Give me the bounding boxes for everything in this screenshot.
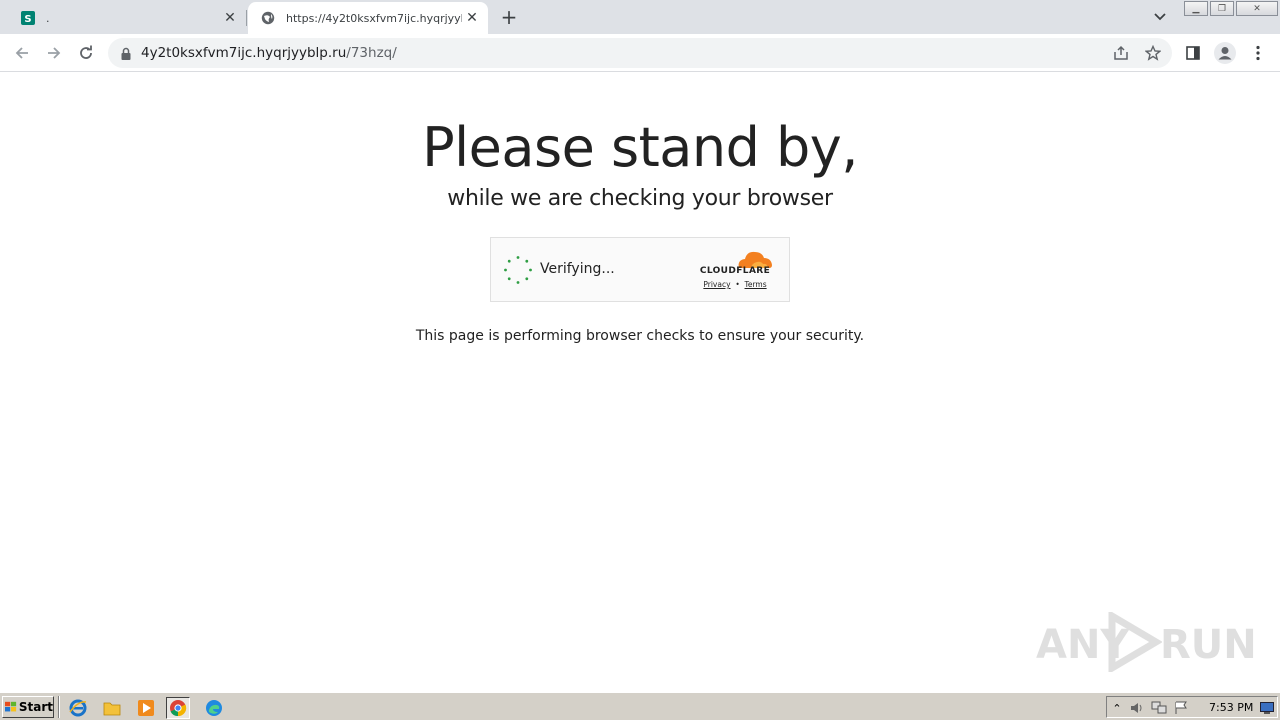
privacy-link[interactable]: Privacy (703, 280, 730, 289)
window-controls: ▁ ❐ ✕ (1184, 1, 1280, 16)
watermark-right-text: RUN (1160, 622, 1257, 668)
page-heading: Please stand by, (422, 116, 858, 179)
verifying-status: Verifying... (540, 261, 615, 277)
spinner-icon (504, 256, 532, 284)
network-icon[interactable] (1151, 700, 1167, 716)
clock: 7:53 PM (1209, 701, 1254, 714)
back-arrow-icon[interactable] (10, 41, 34, 65)
tab-inactive[interactable]: S . ✕ (8, 2, 246, 34)
chrome-icon[interactable] (166, 697, 190, 719)
url-host: 4y2t0ksxfvm7ijc.hyqrjyyblp.ru (141, 45, 347, 61)
bookmark-star-icon[interactable] (1143, 43, 1163, 63)
volume-icon[interactable] (1129, 700, 1145, 716)
page-content: Please stand by, while we are checking y… (0, 72, 1280, 692)
tab-title: . (46, 11, 50, 25)
close-tab-icon[interactable]: ✕ (220, 8, 240, 28)
close-window-icon[interactable]: ✕ (1236, 1, 1278, 16)
url-path: /73hzq/ (346, 45, 397, 61)
start-label: Start (18, 700, 53, 714)
system-tray: ⌃ 7:53 PM (1106, 696, 1278, 718)
terms-link[interactable]: Terms (745, 280, 767, 289)
svg-text:S: S (24, 14, 31, 25)
lock-icon[interactable] (120, 46, 132, 60)
cloudflare-links: Privacy • Terms (695, 280, 775, 289)
reload-icon[interactable] (74, 41, 98, 65)
media-player-icon[interactable] (134, 697, 158, 719)
anyrun-watermark: ANY RUN (1036, 608, 1257, 672)
tab-strip: S . ✕ https://4y2t0ksxfvm7ijc.hyqrjyyblp… (0, 0, 1280, 34)
page-subheading: while we are checking your browser (447, 186, 833, 211)
tab-separator (246, 10, 247, 26)
internet-explorer-icon[interactable] (66, 697, 90, 719)
cloudflare-wordmark: CLOUDFLARE (699, 266, 771, 276)
browser-toolbar: 4y2t0ksxfvm7ijc.hyqrjyyblp.ru/73hzq/ (0, 34, 1280, 72)
windows-logo-icon (5, 701, 17, 712)
minimize-icon[interactable]: ▁ (1184, 1, 1208, 16)
address-bar[interactable]: 4y2t0ksxfvm7ijc.hyqrjyyblp.ru/73hzq/ (108, 38, 1172, 68)
start-button[interactable]: Start (2, 696, 54, 718)
file-explorer-icon[interactable] (100, 697, 124, 719)
tab-active[interactable]: https://4y2t0ksxfvm7ijc.hyqrjyyblp.ru/73… (248, 2, 488, 34)
taskbar-separator (58, 696, 60, 718)
new-tab-button[interactable]: + (498, 5, 520, 29)
show-desktop-icon[interactable] (1259, 700, 1275, 716)
close-tab-icon[interactable]: ✕ (462, 8, 482, 28)
share-icon[interactable] (1111, 43, 1131, 63)
cloudflare-challenge-widget[interactable]: Verifying... CLOUDFLARE Privacy • Terms (490, 237, 790, 302)
side-panel-icon[interactable] (1182, 42, 1204, 64)
forward-arrow-icon[interactable] (42, 41, 66, 65)
show-hidden-icons-icon[interactable]: ⌃ (1109, 700, 1125, 716)
globe-icon (260, 10, 276, 26)
url-text: 4y2t0ksxfvm7ijc.hyqrjyyblp.ru/73hzq/ (141, 45, 397, 61)
link-separator: • (735, 280, 740, 289)
action-center-flag-icon[interactable] (1173, 700, 1189, 716)
page-description: This page is performing browser checks t… (415, 328, 865, 344)
menu-kebab-icon[interactable] (1247, 42, 1269, 64)
sway-icon: S (20, 10, 36, 26)
tab-search-chevron-icon[interactable] (1150, 8, 1170, 26)
tab-title: https://4y2t0ksxfvm7ijc.hyqrjyyblp.ru/73… (286, 11, 462, 25)
profile-avatar-icon[interactable] (1214, 42, 1236, 64)
edge-icon[interactable] (202, 697, 226, 719)
taskbar: Start ⌃ 7:53 PM (0, 692, 1280, 720)
restore-icon[interactable]: ❐ (1210, 1, 1234, 16)
play-icon (1108, 612, 1162, 672)
